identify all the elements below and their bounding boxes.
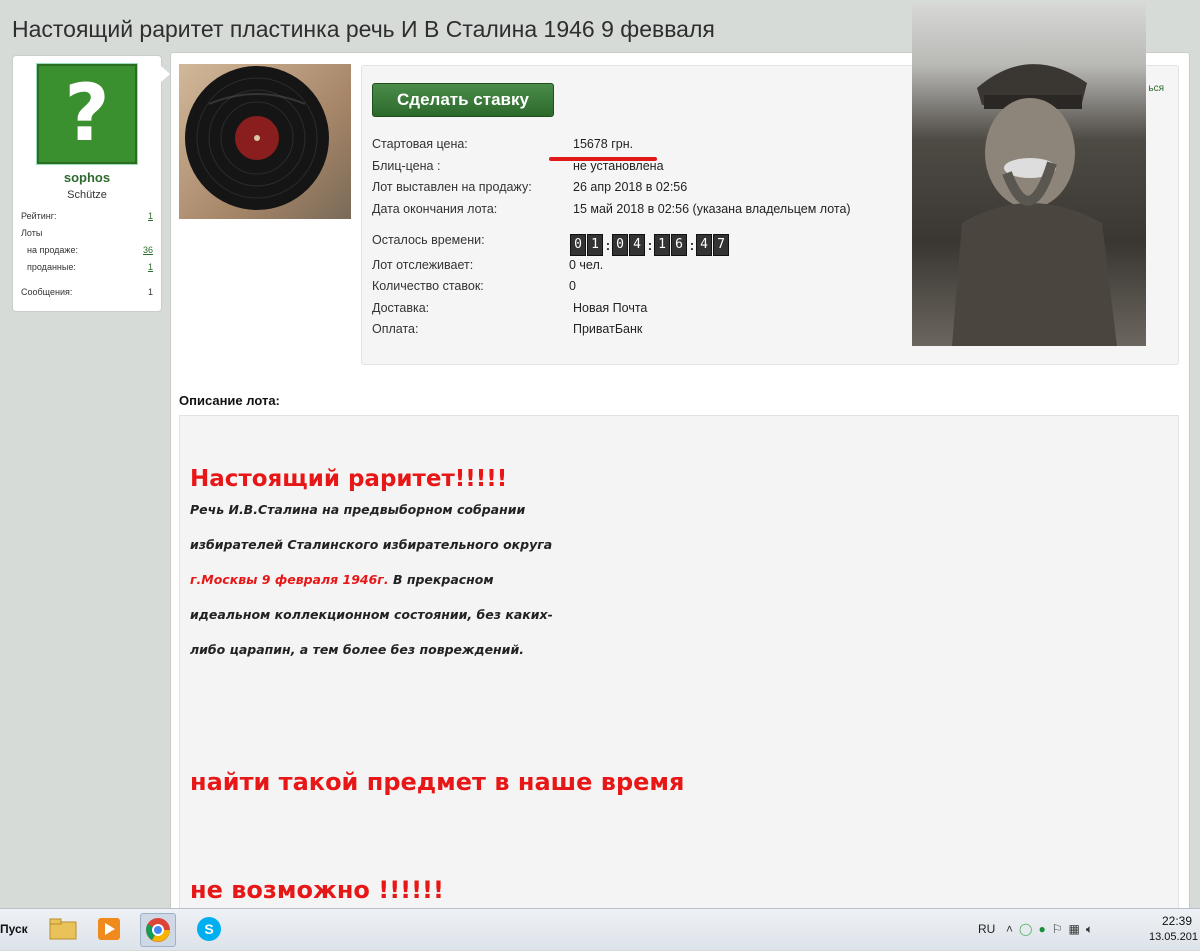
timer-separator: : bbox=[605, 237, 611, 253]
watchers-value: 0 чел. bbox=[569, 258, 604, 272]
bids-count-label: Количество ставок: bbox=[372, 279, 484, 293]
start-price-label: Стартовая цена: bbox=[372, 137, 468, 151]
timer-digit: 1 bbox=[587, 234, 603, 256]
description-headline: Настоящий раритет!!!!! bbox=[190, 466, 508, 492]
username-link[interactable]: sophos bbox=[13, 170, 161, 185]
start-price-value: 15678 грн. bbox=[573, 137, 634, 151]
rating-link[interactable]: 1 bbox=[148, 211, 153, 221]
blitz-price-label: Блиц-цена : bbox=[372, 159, 441, 173]
volume-icon[interactable]: 🔈︎ bbox=[1086, 922, 1093, 937]
action-center-flag-icon[interactable]: ⚐ bbox=[1052, 922, 1063, 936]
delivery-value: Новая Почта bbox=[573, 301, 648, 315]
chrome-icon[interactable] bbox=[140, 913, 176, 947]
timer-separator: : bbox=[647, 237, 653, 253]
blitz-price-value: не установлена bbox=[573, 159, 664, 173]
tray-app-icon[interactable]: ◯ bbox=[1019, 922, 1032, 936]
page-background: Настоящий раритет пластинка речь И В Ста… bbox=[0, 0, 1200, 915]
end-date-value: 15 май 2018 в 02:56 (указана владельцем … bbox=[573, 202, 851, 216]
description-date-highlight: г.Москвы 9 февраля 1946г. bbox=[190, 572, 389, 587]
description-box: Настоящий раритет!!!!! Речь И.В.Сталина … bbox=[179, 415, 1179, 915]
show-hidden-icons-icon[interactable]: ˄ bbox=[1006, 922, 1013, 936]
countdown-timer: 0 1 : 0 4 : 1 6 : 4 7 bbox=[570, 234, 730, 256]
description-line: либо царапин, а тем более без повреждени… bbox=[190, 642, 524, 657]
messages-stat: Сообщения: 1 bbox=[21, 287, 153, 297]
overlay-photo bbox=[912, 3, 1146, 346]
timer-digit: 4 bbox=[629, 234, 645, 256]
messages-label: Сообщения: bbox=[21, 287, 73, 297]
timer-digit: 0 bbox=[570, 234, 586, 256]
watchers-label: Лот отслеживает: bbox=[372, 258, 474, 272]
taskbar: Пуск S RU ˄ ◯ ● ⚐ ▦ 🔈︎ 22:39 13.05.201 bbox=[0, 908, 1200, 950]
rating-label: Рейтинг: bbox=[21, 211, 57, 221]
description-callout: не возможно !!!!!! bbox=[190, 876, 444, 904]
delivery-label: Доставка: bbox=[372, 301, 430, 315]
on-sale-link[interactable]: 36 bbox=[143, 245, 153, 255]
lots-stat: Лоты bbox=[21, 228, 153, 238]
sold-label: проданные: bbox=[27, 262, 76, 272]
language-indicator[interactable]: RU bbox=[978, 922, 995, 936]
subscribe-link[interactable]: ься bbox=[1148, 83, 1164, 94]
user-card: ? sophos Schütze Рейтинг: 1 Лоты на прод… bbox=[12, 55, 170, 312]
timer-digit: 7 bbox=[713, 234, 729, 256]
description-line: избирателей Сталинского избирательного о… bbox=[190, 537, 553, 552]
vinyl-record-icon bbox=[185, 66, 329, 210]
skype-icon[interactable]: S bbox=[192, 913, 226, 945]
listed-value: 26 апр 2018 в 02:56 bbox=[573, 180, 688, 194]
tray-app-green-icon[interactable]: ● bbox=[1038, 922, 1045, 936]
on-sale-label: на продаже: bbox=[27, 245, 78, 255]
time-left-label: Осталось времени: bbox=[372, 233, 485, 247]
clock-date[interactable]: 13.05.201 bbox=[1149, 931, 1198, 943]
payment-label: Оплата: bbox=[372, 322, 419, 336]
portrait-image bbox=[952, 64, 1117, 346]
description-heading: Описание лота: bbox=[179, 393, 280, 408]
timer-digit: 6 bbox=[671, 234, 687, 256]
avatar[interactable]: ? bbox=[36, 63, 138, 165]
user-rank: Schütze bbox=[67, 189, 107, 201]
description-line-rest: В прекрасном bbox=[388, 572, 494, 587]
page-title: Настоящий раритет пластинка речь И В Ста… bbox=[12, 16, 715, 42]
clock-time[interactable]: 22:39 bbox=[1162, 914, 1192, 928]
listed-label: Лот выставлен на продажу: bbox=[372, 180, 532, 194]
description-line: Речь И.В.Сталина на предвыборном собрани… bbox=[190, 502, 526, 517]
rating-stat: Рейтинг: 1 bbox=[21, 211, 153, 221]
description-callout: найти такой предмет в наше время bbox=[190, 768, 685, 796]
messages-count: 1 bbox=[147, 287, 153, 297]
on-sale-stat: на продаже: 36 bbox=[27, 245, 153, 255]
lots-label: Лоты bbox=[21, 228, 43, 238]
start-button[interactable]: Пуск bbox=[0, 913, 30, 945]
avatar-question-icon: ? bbox=[64, 69, 110, 159]
system-tray: ˄ ◯ ● ⚐ ▦ 🔈︎ bbox=[1006, 919, 1136, 939]
payment-value: ПриватБанк bbox=[573, 322, 643, 336]
lot-image[interactable] bbox=[179, 64, 351, 219]
end-date-label: Дата окончания лота: bbox=[372, 202, 498, 216]
file-explorer-icon[interactable] bbox=[46, 913, 80, 945]
timer-digit: 0 bbox=[612, 234, 628, 256]
place-bid-button[interactable]: Сделать ставку bbox=[372, 83, 554, 117]
timer-digit: 1 bbox=[654, 234, 670, 256]
description-line: г.Москвы 9 февраля 1946г. В прекрасном bbox=[190, 572, 494, 587]
timer-digit: 4 bbox=[696, 234, 712, 256]
bids-count-value: 0 bbox=[569, 279, 576, 293]
media-player-icon[interactable] bbox=[92, 913, 126, 945]
description-line: идеальном коллекционном состоянии, без к… bbox=[190, 607, 553, 622]
sold-link[interactable]: 1 bbox=[148, 262, 153, 272]
timer-separator: : bbox=[689, 237, 695, 253]
sold-stat: проданные: 1 bbox=[27, 262, 153, 272]
svg-text:S: S bbox=[204, 921, 213, 937]
network-icon[interactable]: ▦ bbox=[1068, 922, 1079, 936]
